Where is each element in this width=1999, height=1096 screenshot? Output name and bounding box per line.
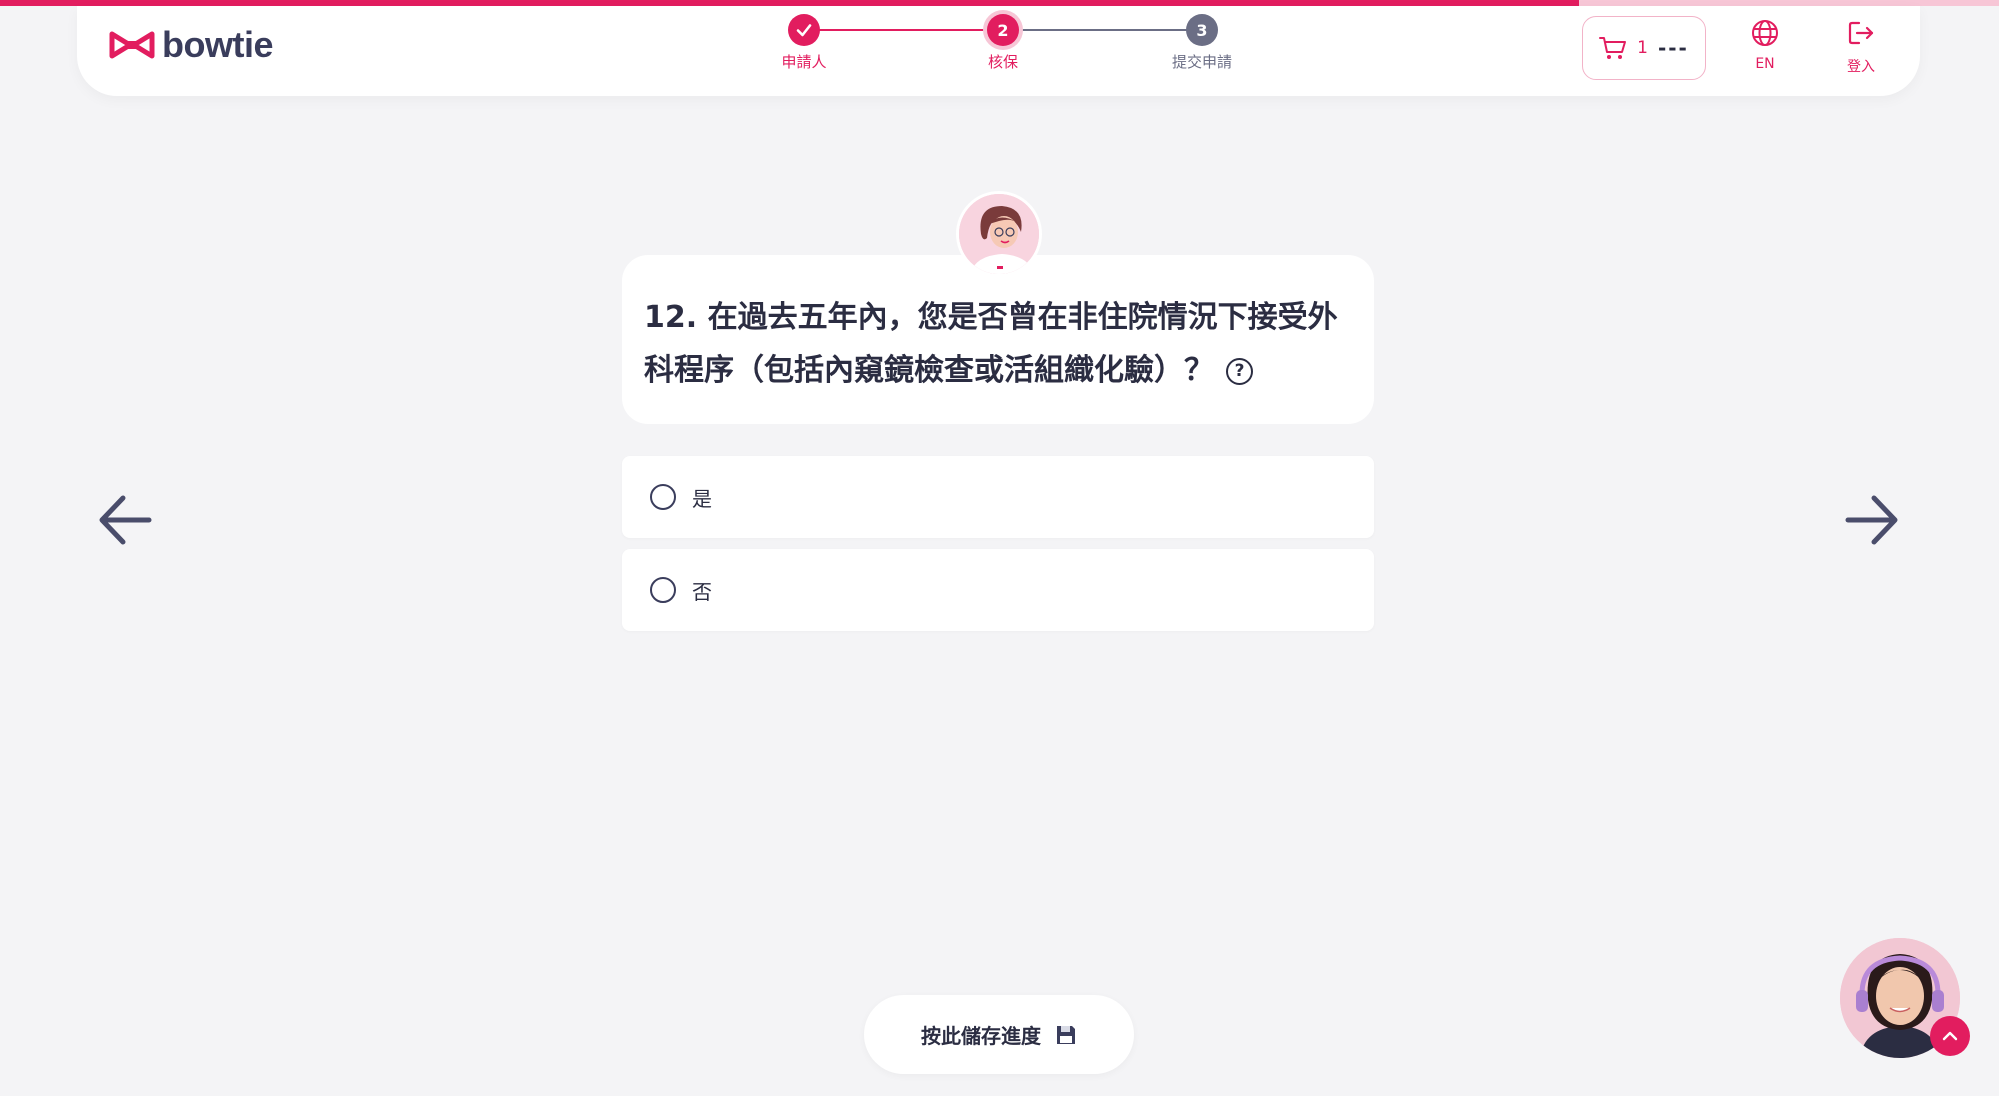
arrow-left-icon[interactable] bbox=[95, 490, 155, 550]
radio-yes[interactable] bbox=[650, 484, 676, 510]
check-icon bbox=[796, 24, 812, 37]
cart-count: 1 bbox=[1637, 38, 1648, 58]
option-no[interactable]: 否 bbox=[622, 549, 1374, 631]
floppy-disk-icon bbox=[1057, 1025, 1075, 1044]
step-label-submit: 提交申請 bbox=[1171, 53, 1232, 71]
step-underwriting: 2 核保 bbox=[943, 14, 1063, 72]
question-card: 12. 在過去五年內，您是否曾在非住院情況下接受外科程序（包括內窺鏡檢查或活組織… bbox=[622, 255, 1374, 424]
advisor-avatar bbox=[956, 191, 1042, 277]
option-label-yes: 是 bbox=[692, 486, 712, 511]
step-circle-upcoming: 3 bbox=[1186, 14, 1218, 46]
step-submit: 3 提交申請 bbox=[1142, 14, 1262, 72]
radio-no[interactable] bbox=[650, 577, 676, 603]
login-icon bbox=[1848, 21, 1874, 45]
login-button[interactable]: 登入 bbox=[1831, 18, 1891, 76]
arrow-right-icon[interactable] bbox=[1842, 490, 1902, 550]
option-label-no: 否 bbox=[692, 579, 712, 604]
step-applicant: 申請人 bbox=[744, 14, 864, 72]
save-progress-button[interactable]: 按此儲存進度 bbox=[864, 995, 1134, 1074]
step-circle-completed bbox=[788, 14, 820, 46]
cart-icon bbox=[1599, 37, 1627, 59]
scroll-top-button[interactable] bbox=[1930, 1016, 1970, 1056]
step-label-applicant: 申請人 bbox=[781, 53, 827, 71]
save-progress-label: 按此儲存進度 bbox=[921, 1024, 1041, 1048]
cart-price: --- bbox=[1657, 36, 1689, 60]
language-button[interactable]: EN bbox=[1735, 18, 1795, 72]
question-heading: 12. 在過去五年內，您是否曾在非住院情況下接受外科程序（包括內窺鏡檢查或活組織… bbox=[644, 291, 1352, 397]
login-label: 登入 bbox=[1847, 59, 1875, 75]
language-label: EN bbox=[1755, 56, 1775, 72]
globe-icon bbox=[1752, 20, 1778, 46]
header: bowtie 申請人 2 核保 3 提交申請 1 --- EN 登入 bbox=[77, 6, 1920, 96]
step-circle-current: 2 bbox=[987, 14, 1019, 46]
question-mark-icon[interactable]: ? bbox=[1226, 358, 1253, 385]
option-yes[interactable]: 是 bbox=[622, 456, 1374, 538]
cart-button[interactable]: 1 --- bbox=[1582, 16, 1706, 80]
chevron-up-icon bbox=[1942, 1031, 1958, 1041]
step-label-underwriting: 核保 bbox=[987, 53, 1018, 71]
